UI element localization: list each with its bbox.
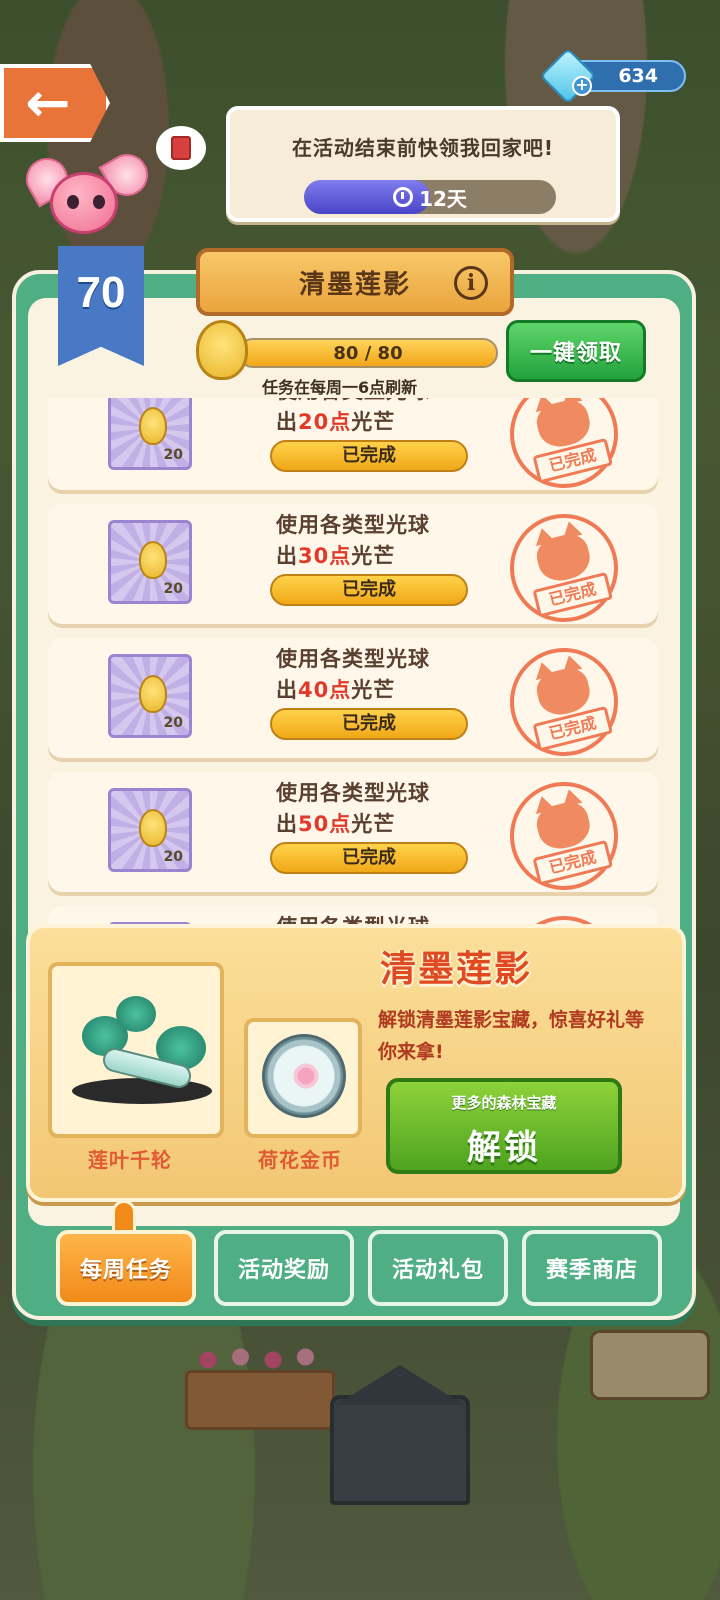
treasure-description: 解锁清墨莲影宝藏，惊喜好礼等你来拿! (378, 1009, 645, 1063)
unlock-label: 解锁 (467, 1128, 541, 1168)
event-title: 清墨莲影 (298, 269, 411, 300)
cat-stamp-icon: 已完成 (498, 398, 630, 500)
reward-quantity: 20 (163, 849, 183, 865)
task-line2-prefix: 出 (276, 812, 298, 836)
book-icon (171, 136, 191, 160)
task-line2-prefix: 出 (276, 544, 298, 568)
stamp-label: 已完成 (532, 705, 613, 752)
chick-token-icon (139, 541, 167, 579)
task-list[interactable]: 20 使用各类型光球 出20点光芒 已完成 已完成 20 使用各类型光球 出30… (44, 398, 660, 930)
item-card-lotus-coin[interactable] (244, 1018, 362, 1138)
cat-stamp-icon: 已完成 (498, 770, 630, 902)
lotus-coin-icon (262, 1034, 346, 1118)
task-status-button[interactable]: 已完成 (270, 440, 468, 472)
task-description: 使用各类型光球 出50点光芒 (276, 778, 430, 840)
stamp-label: 已完成 (532, 839, 613, 886)
reward-box[interactable]: 20 (108, 520, 192, 604)
task-highlight: 50点 (298, 812, 352, 836)
reward-box[interactable]: 20 (108, 788, 192, 872)
reward-quantity: 20 (163, 581, 183, 597)
treasure-unlock-card: 莲叶千轮 荷花金币 清墨莲影 解锁清墨莲影宝藏，惊喜好礼等你来拿! 更多的森林宝… (26, 924, 686, 1202)
info-icon[interactable]: i (454, 266, 488, 300)
task-item: 20 使用各类型光球 出40点光芒 已完成 已完成 (48, 636, 658, 768)
reward-quantity: 20 (163, 447, 183, 463)
task-highlight: 20点 (298, 410, 352, 434)
gem-currency-counter[interactable]: + 634 (539, 47, 686, 105)
clock-icon (393, 187, 414, 207)
task-description: 使用各类型光球 出30点光芒 (276, 510, 430, 572)
item-label-lotus-coin: 荷花金币 (258, 1148, 342, 1172)
tab-season-shop[interactable]: 赛季商店 (522, 1230, 662, 1306)
reward-box[interactable]: 20 (108, 654, 192, 738)
task-line2-suffix: 光芒 (351, 410, 396, 434)
task-item: 20 使用各类型光球 出20点光芒 已完成 已完成 (48, 398, 658, 500)
treasure-title: 清墨莲影 (380, 949, 533, 990)
unlock-subtitle: 更多的森林宝藏 (451, 1094, 557, 1112)
mascot-head (50, 172, 118, 234)
lotus-wheel-icon (72, 996, 212, 1106)
timer-text: 12天 (419, 186, 467, 211)
task-status-button[interactable]: 已完成 (270, 842, 468, 874)
task-line2-prefix: 出 (276, 410, 298, 434)
tab-weekly-tasks[interactable]: 每周任务 (56, 1230, 196, 1306)
book-bubble[interactable] (156, 126, 206, 170)
task-item: 20 使用各类型光球 出30点光芒 已完成 已完成 (48, 502, 658, 634)
reward-quantity: 20 (163, 715, 183, 731)
cat-stamp-icon: 已完成 (498, 636, 630, 768)
task-line2-suffix: 光芒 (351, 678, 396, 702)
level-number: 70 (76, 268, 126, 317)
event-timer: 12天 (304, 180, 556, 214)
task-description: 使用各类型光球 出40点光芒 (276, 644, 430, 706)
unlock-button[interactable]: 更多的森林宝藏 解锁 (386, 1078, 622, 1174)
task-line1: 使用各类型光球 (276, 781, 430, 805)
back-button[interactable]: ← (0, 64, 110, 142)
chick-token-icon (139, 407, 167, 445)
task-line1: 使用各类型光球 (276, 398, 430, 407)
item-card-lotus-wheel[interactable] (48, 962, 224, 1138)
stamp-label: 已完成 (532, 437, 613, 484)
cat-stamp-icon: 已完成 (498, 502, 630, 634)
speech-bubble: 在活动结束前快领我回家吧! 12天 (226, 106, 620, 222)
tab-event-rewards[interactable]: 活动奖励 (214, 1230, 354, 1306)
stamp-label: 已完成 (532, 571, 613, 618)
add-gems-icon[interactable]: + (572, 76, 592, 96)
weekly-progress-bar: 80 / 80 (238, 338, 498, 368)
claim-all-button[interactable]: 一键领取 (506, 320, 646, 382)
task-description: 使用各类型光球 出20点光芒 (276, 398, 430, 438)
task-highlight: 30点 (298, 544, 352, 568)
task-item: 20 使用各类型光球 出50点光芒 已完成 已完成 (48, 770, 658, 902)
task-line2-prefix: 出 (276, 678, 298, 702)
task-line1: 使用各类型光球 (276, 647, 430, 671)
task-line2-suffix: 光芒 (351, 544, 396, 568)
item-label-lotus-wheel: 莲叶千轮 (88, 1148, 172, 1172)
gem-count: 634 (618, 65, 658, 87)
task-line1: 使用各类型光球 (276, 513, 430, 537)
reward-box[interactable]: 20 (108, 398, 192, 470)
task-highlight: 40点 (298, 678, 352, 702)
task-line2-suffix: 光芒 (351, 812, 396, 836)
task-status-button[interactable]: 已完成 (270, 708, 468, 740)
refresh-note: 任务在每周一6点刷新 (262, 378, 418, 397)
tab-event-packs[interactable]: 活动礼包 (368, 1230, 508, 1306)
back-arrow-icon: ← (25, 71, 71, 134)
chick-token-icon (139, 675, 167, 713)
mascot-character (18, 146, 156, 250)
task-status-button[interactable]: 已完成 (270, 574, 468, 606)
speech-text: 在活动结束前快领我回家吧! (291, 136, 555, 160)
chick-token-icon (139, 809, 167, 847)
progress-label: 80 / 80 (333, 342, 403, 364)
title-plate: 清墨莲影 i (196, 248, 514, 316)
active-tab-pin (112, 1200, 136, 1234)
